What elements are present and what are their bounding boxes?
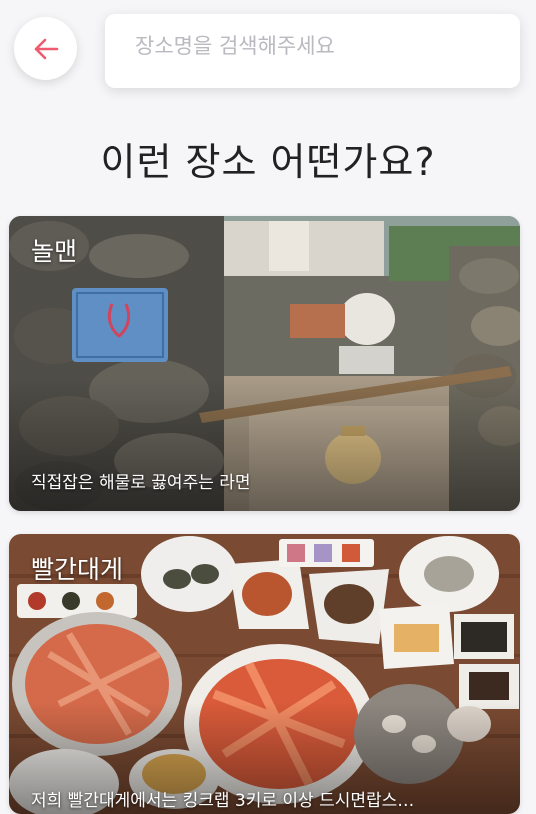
place-description: 직접잡은 해물로 끓여주는 라면 [31,473,251,493]
place-photo [9,216,520,511]
place-card-nolmaen[interactable]: 놀맨 직접잡은 해물로 끓여주는 라면 [9,216,520,511]
place-name: 놀맨 [31,237,78,266]
place-card-red-crab[interactable]: 빨간대게 저희 빨간대게에서는 킹크랩 3키로 이상 드시면랍스… [9,534,520,814]
arrow-left-icon [34,38,58,59]
place-description: 저희 빨간대게에서는 킹크랩 3키로 이상 드시면랍스… [31,791,415,811]
page-title: 이런 장소 어떤가요? [100,140,436,184]
back-button[interactable] [14,17,77,80]
search-input[interactable] [105,9,520,83]
place-name: 빨간대게 [31,555,124,584]
search-bar[interactable] [105,9,520,88]
